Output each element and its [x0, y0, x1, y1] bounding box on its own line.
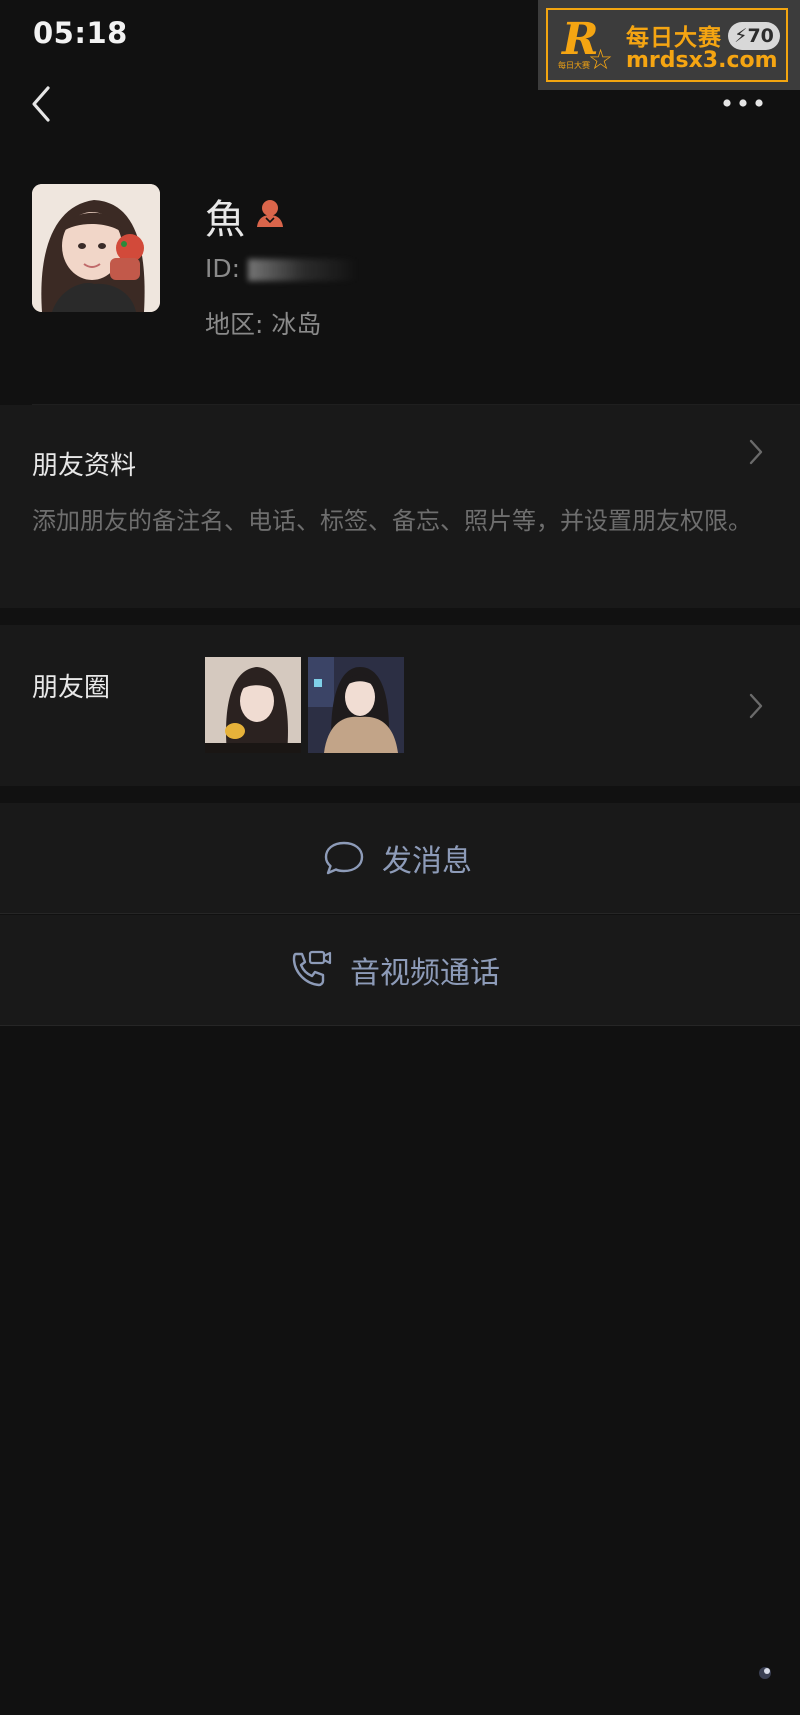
- friend-info-description: 添加朋友的备注名、电话、标签、备忘、照片等，并设置朋友权限。: [32, 507, 752, 535]
- chevron-left-icon: [32, 86, 50, 122]
- chevron-right-icon: [749, 693, 763, 719]
- battery-level: 70: [747, 25, 774, 47]
- corner-sparkle-icon: [759, 1667, 771, 1679]
- contact-profile-screen: 05:18 R ☆ 每日大赛 每日大赛 mrdsx3.com ⚡70 魚 ID:…: [0, 0, 800, 1715]
- watermark-small-text: 每日大赛: [558, 61, 590, 70]
- wechat-id-label: ID:: [205, 254, 241, 283]
- send-message-label: 发消息: [382, 844, 472, 879]
- moments-thumbnail: [308, 657, 404, 753]
- moments-photo: [308, 657, 404, 753]
- audio-video-call-button[interactable]: 音视频通话: [0, 915, 800, 1025]
- divider: [0, 1025, 800, 1026]
- contact-name: 魚: [205, 197, 245, 243]
- contact-region: 地区: 冰岛: [205, 310, 322, 339]
- status-time: 05:18: [33, 16, 128, 50]
- phone-video-icon: [292, 950, 332, 987]
- battery-bolt-icon: ⚡: [734, 25, 748, 47]
- back-button[interactable]: [22, 82, 62, 126]
- watermark-star-icon: ☆: [588, 43, 614, 76]
- audio-video-call-label: 音视频通话: [350, 956, 500, 991]
- female-icon: [257, 200, 283, 227]
- avatar-photo: [32, 184, 160, 312]
- chevron-right-icon: [749, 439, 763, 465]
- battery-indicator: ⚡70: [728, 22, 780, 50]
- watermark-frame: R ☆ 每日大赛 每日大赛 mrdsx3.com ⚡70: [546, 8, 788, 82]
- watermark-title: 每日大赛: [626, 25, 722, 51]
- wechat-id-redacted: [248, 259, 359, 281]
- moments-photo: [205, 657, 301, 753]
- friend-info-title: 朋友资料: [32, 451, 137, 481]
- wechat-id: ID:: [205, 254, 359, 283]
- more-dots-icon: [723, 99, 763, 107]
- chat-bubble-icon: [324, 841, 364, 875]
- avatar[interactable]: [32, 184, 160, 312]
- moments-row[interactable]: 朋友圈: [0, 625, 800, 786]
- more-button[interactable]: [718, 90, 768, 116]
- moments-thumbnail: [205, 657, 301, 753]
- watermark-url: mrdsx3.com: [626, 48, 778, 73]
- divider: [0, 913, 800, 914]
- moments-title: 朋友圈: [32, 673, 111, 703]
- watermark-banner: R ☆ 每日大赛 每日大赛 mrdsx3.com ⚡70: [538, 0, 800, 90]
- send-message-button[interactable]: 发消息: [0, 803, 800, 913]
- friend-info-row[interactable]: 朋友资料 添加朋友的备注名、电话、标签、备忘、照片等，并设置朋友权限。: [0, 405, 800, 608]
